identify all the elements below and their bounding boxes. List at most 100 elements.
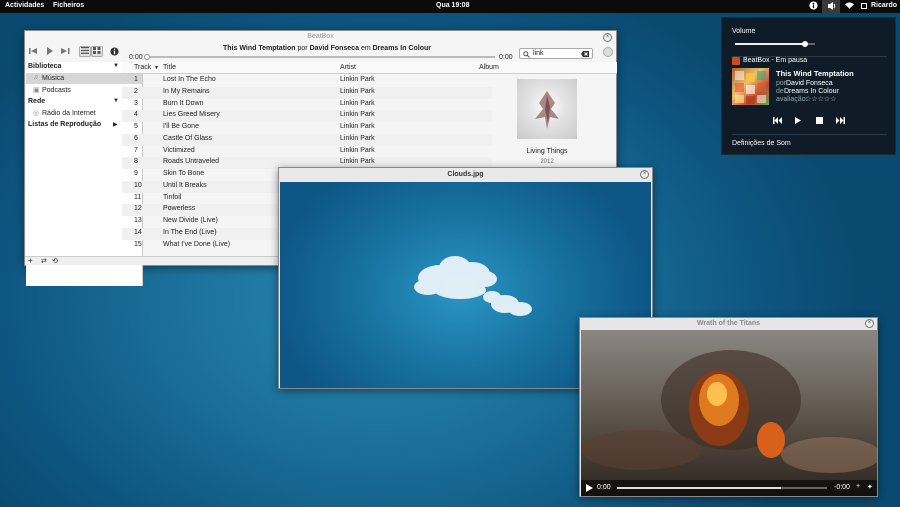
sidebar-heading-network[interactable]: Rede <box>28 98 45 105</box>
table-row[interactable]: 4 Lies Greed Misery Linkin Park <box>122 110 492 123</box>
video-frame[interactable]: 0:00 -0:00 + ✦ <box>581 330 881 496</box>
album-year: 2012 <box>540 159 554 165</box>
column-title[interactable]: Title <box>163 64 176 71</box>
video-seek-fill <box>617 487 781 489</box>
previous-icon[interactable] <box>773 117 782 124</box>
cell-title: Burn It Down <box>163 99 204 107</box>
close-button[interactable]: × <box>603 33 612 42</box>
activities-button[interactable]: Actividades <box>5 2 44 9</box>
seek-slider[interactable] <box>144 54 495 60</box>
sidebar-heading-playlists[interactable]: Listas de Reprodução <box>28 121 101 128</box>
column-artist[interactable]: Artist <box>340 64 356 71</box>
cell-artist: Linkin Park <box>340 76 375 83</box>
play-icon[interactable] <box>586 484 593 492</box>
beatbox-app-icon <box>732 57 740 65</box>
fullscreen-icon[interactable]: ✦ <box>867 483 873 491</box>
chevron-down-icon[interactable]: ▼ <box>113 63 119 69</box>
shuffle-icon[interactable]: ⇄ <box>41 257 47 265</box>
cell-artist: Linkin Park <box>340 111 375 119</box>
cell-track: 10 <box>134 181 142 189</box>
album-thumbnail <box>732 68 769 105</box>
window-title: Clouds.jpg <box>447 171 484 178</box>
rating-label: avaliação: <box>776 96 808 103</box>
cell-track: 8 <box>134 158 138 166</box>
volume-icon[interactable] <box>822 0 840 13</box>
table-row[interactable]: 2 In My Remains Linkin Park <box>122 86 492 99</box>
cell-artist: Linkin Park <box>340 158 375 166</box>
info-icon[interactable] <box>110 47 119 58</box>
accessibility-icon[interactable] <box>809 1 818 12</box>
radio-icon: ◎ <box>33 110 40 117</box>
window-title: BeatBox <box>307 33 334 40</box>
cell-title: In My Remains <box>163 87 210 95</box>
play-button[interactable] <box>46 47 54 57</box>
album-name: Dreams In Colour <box>784 88 839 95</box>
video-remaining-time: -0:00 <box>834 484 850 491</box>
table-row[interactable]: 3 Burn It Down Linkin Park <box>122 99 492 111</box>
user-menu[interactable]: Ricardo <box>871 2 897 9</box>
cell-title: Powerless <box>163 205 196 213</box>
stop-icon[interactable] <box>816 117 823 124</box>
volume-slider[interactable] <box>735 41 815 47</box>
next-icon[interactable] <box>836 117 845 124</box>
clock[interactable]: Qua 19:08 <box>436 2 469 9</box>
search-input[interactable]: link <box>519 48 593 59</box>
grid-view-button[interactable] <box>91 46 103 57</box>
add-icon[interactable]: + <box>28 256 33 265</box>
album-cover[interactable] <box>517 79 577 139</box>
next-button[interactable] <box>61 47 70 57</box>
seek-handle[interactable] <box>144 54 150 60</box>
play-icon[interactable] <box>795 117 802 124</box>
cell-track: 4 <box>134 111 138 119</box>
star-icon[interactable]: ☆ <box>830 95 836 103</box>
music-icon: ♫ <box>33 74 39 81</box>
column-track[interactable]: Track <box>134 64 151 71</box>
wifi-icon[interactable] <box>845 2 854 12</box>
repeat-icon[interactable]: ⟲ <box>52 257 58 265</box>
volume-plus-icon[interactable]: + <box>856 483 860 490</box>
video-scene <box>581 350 881 473</box>
cell-title: I'll Be Gone <box>163 123 199 130</box>
sidebar-heading-library[interactable]: Biblioteca <box>28 63 61 70</box>
table-row[interactable]: 5 I'll Be Gone Linkin Park <box>122 122 492 134</box>
cell-title: Lost In The Echo <box>163 76 216 83</box>
video-seek-bar[interactable] <box>617 487 827 489</box>
cell-track: 6 <box>134 134 138 142</box>
sidebar-item-podcasts[interactable]: Podcasts <box>42 87 71 94</box>
table-row[interactable]: 1 Lost In The Echo Linkin Park <box>122 75 492 87</box>
artist-name: David Fonseca <box>786 80 833 87</box>
album-prefix: em <box>360 45 371 52</box>
cell-artist: Linkin Park <box>340 99 375 107</box>
sound-menu-panel: Volume BeatBox - Em pausa This Wind Temp… <box>721 17 896 155</box>
table-row[interactable]: 7 Victimized Linkin Park <box>122 146 492 158</box>
sort-down-icon: ▼ <box>154 65 159 71</box>
cell-title: Roads Untraveled <box>163 158 220 166</box>
gear-icon[interactable] <box>603 47 613 57</box>
app-status[interactable]: BeatBox - Em pausa <box>743 57 807 64</box>
table-row[interactable]: 6 Castle Of Glass Linkin Park <box>122 133 492 146</box>
sound-settings-link[interactable]: Definições de Som <box>732 140 791 147</box>
column-header: Track ▼ Title Artist Album <box>122 62 617 74</box>
chevron-right-icon[interactable]: ▶ <box>113 121 118 128</box>
volume-handle[interactable] <box>801 41 808 47</box>
cell-artist: Linkin Park <box>340 134 375 142</box>
cell-title: Until It Breaks <box>163 181 207 189</box>
song-name: This Wind Temptation <box>223 45 296 52</box>
close-button[interactable]: × <box>640 170 649 179</box>
video-controls: 0:00 -0:00 + ✦ <box>581 480 877 496</box>
sidebar-item-internet-radio[interactable]: Rádio da Internet <box>42 110 96 117</box>
column-album[interactable]: Album <box>479 64 499 71</box>
rating-stars[interactable]: ☆☆☆☆☆ <box>805 95 836 103</box>
close-button[interactable]: × <box>865 319 874 328</box>
list-view-button[interactable] <box>79 46 91 57</box>
cell-track: 14 <box>134 228 142 236</box>
elapsed-time: 0:00 <box>129 54 143 61</box>
previous-button[interactable] <box>29 47 38 57</box>
cell-artist: Linkin Park <box>340 123 375 130</box>
chevron-down-icon[interactable]: ▼ <box>113 98 119 104</box>
cell-title: Victimized <box>163 146 195 154</box>
files-menu[interactable]: Ficheiros <box>53 2 84 9</box>
clear-search-icon[interactable] <box>581 51 589 57</box>
cell-track: 2 <box>134 87 138 95</box>
album-name: Dreams In Colour <box>372 45 431 52</box>
